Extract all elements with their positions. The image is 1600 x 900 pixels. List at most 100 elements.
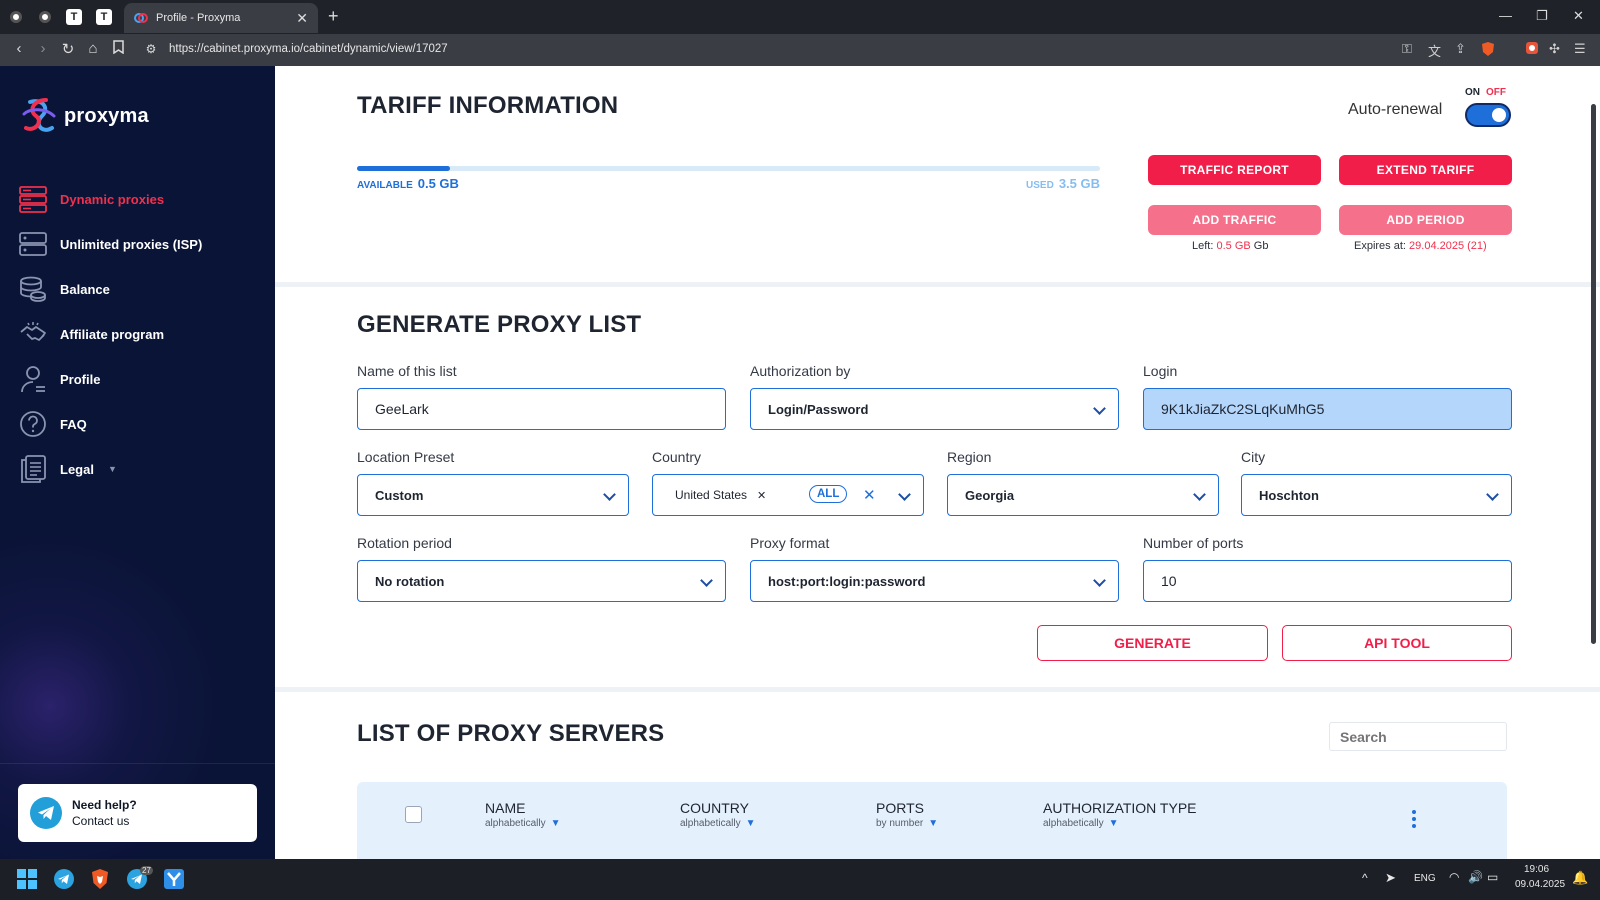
site-info-icon[interactable]: ⚙ xyxy=(142,42,160,56)
auth-select[interactable]: Login/Password xyxy=(750,388,1119,430)
list-name-input[interactable]: GeeLark xyxy=(357,388,726,430)
login-input[interactable]: 9K1kJiaZkC2SLqKuMhG5 xyxy=(1143,388,1512,430)
tray-telegram-icon[interactable]: ➤ xyxy=(1385,870,1396,886)
url-field[interactable]: https://cabinet.proxyma.io/cabinet/dynam… xyxy=(169,43,448,55)
sidebar-item-legal[interactable]: Legal ▼ xyxy=(18,453,258,485)
bookmark-icon[interactable] xyxy=(109,40,127,58)
language-indicator[interactable]: ENG xyxy=(1414,873,1436,884)
help-card[interactable]: Need help? Contact us xyxy=(18,784,257,842)
toggle-off-label: OFF xyxy=(1486,87,1506,98)
brave-browser-icon[interactable] xyxy=(89,868,111,890)
sidebar-item-label: Dynamic proxies xyxy=(60,191,165,207)
city-select[interactable]: Hoschton xyxy=(1241,474,1512,516)
tab-close-icon[interactable]: ✕ xyxy=(296,10,308,27)
expires-value: 29.04.2025 (21) xyxy=(1409,240,1487,252)
tray-chevron-icon[interactable]: ^ xyxy=(1362,871,1368,885)
ports-input[interactable]: 10 xyxy=(1143,560,1512,602)
column-auth-type[interactable]: AUTHORIZATION TYPE alphabetically ▼ xyxy=(1043,800,1197,829)
generate-title: GENERATE PROXY LIST xyxy=(357,311,642,338)
sidebar-item-faq[interactable]: FAQ xyxy=(18,408,258,440)
sidebar-item-balance[interactable]: Balance xyxy=(18,273,258,305)
battery-icon[interactable]: ▭ xyxy=(1487,870,1498,884)
add-period-button[interactable]: ADD PERIOD xyxy=(1339,205,1512,235)
sidebar-item-dynamic-proxies[interactable]: Dynamic proxies xyxy=(18,183,258,215)
column-title: NAME xyxy=(485,800,526,816)
column-country[interactable]: COUNTRY alphabetically ▼ xyxy=(680,800,756,829)
proxy-format-select[interactable]: host:port:login:password xyxy=(750,560,1119,602)
os-taskbar: 27 ^ ➤ ENG ◠ 🔊 ▭ 19:06 09.04.2025 🔔 xyxy=(0,859,1600,900)
add-traffic-button[interactable]: ADD TRAFFIC xyxy=(1148,205,1321,235)
location-preset-select[interactable]: Custom xyxy=(357,474,629,516)
active-tab[interactable]: Profile - Proxyma ✕ xyxy=(124,3,318,33)
traffic-report-button[interactable]: TRAFFIC REPORT xyxy=(1148,155,1321,185)
sidebar-item-profile[interactable]: Profile xyxy=(18,363,258,395)
search-input[interactable] xyxy=(1329,722,1507,751)
rotation-select[interactable]: No rotation xyxy=(357,560,726,602)
clock-time: 19:06 xyxy=(1524,864,1550,875)
country-select[interactable]: United States ✕ ALL ✕ xyxy=(652,474,924,516)
telegram-app-icon[interactable] xyxy=(53,868,75,890)
key-icon[interactable]: ⚿ xyxy=(1402,41,1412,57)
pinned-tab[interactable] xyxy=(5,6,27,28)
brave-shield-icon[interactable] xyxy=(1481,41,1495,60)
column-ports[interactable]: PORTS by number ▼ xyxy=(876,800,938,829)
reload-icon[interactable]: ↻ xyxy=(59,40,77,58)
screen: T T Profile - Proxyma ✕ + — ❐ ✕ ‹ › ↻ ⌂ … xyxy=(0,0,1600,900)
available-value: 0.5 GB xyxy=(417,176,459,191)
minimize-icon[interactable]: — xyxy=(1499,8,1512,23)
logo[interactable]: proxyma xyxy=(20,96,149,136)
select-all-checkbox[interactable] xyxy=(405,806,422,823)
coins-icon xyxy=(18,274,48,304)
pinned-tab[interactable]: T xyxy=(93,6,115,28)
generate-button[interactable]: GENERATE xyxy=(1037,625,1268,661)
clear-icon[interactable]: ✕ xyxy=(863,486,876,504)
share-icon[interactable]: ⇪ xyxy=(1455,41,1466,57)
more-options-icon[interactable] xyxy=(1412,810,1416,828)
all-badge[interactable]: ALL xyxy=(809,485,848,503)
tariff-title: TARIFF INFORMATION xyxy=(357,92,619,119)
help-text: Need help? Contact us xyxy=(72,798,137,828)
puzzle-icon[interactable]: ✣ xyxy=(1549,41,1560,57)
page-scrollbar[interactable] xyxy=(1591,104,1596,644)
translate-icon[interactable]: 文 xyxy=(1428,41,1441,60)
restore-icon[interactable]: ❐ xyxy=(1536,8,1548,24)
windows-start-icon[interactable] xyxy=(16,868,38,890)
sidebar-item-unlimited-proxies[interactable]: Unlimited proxies (ISP) xyxy=(18,228,258,260)
new-tab-icon[interactable]: + xyxy=(328,6,339,27)
taskbar-badge: 27 xyxy=(140,866,153,875)
api-tool-button[interactable]: API TOOL xyxy=(1282,625,1512,661)
chevron-down-icon xyxy=(700,574,713,587)
pinned-tab[interactable] xyxy=(34,6,56,28)
forward-icon[interactable]: › xyxy=(34,40,52,57)
close-window-icon[interactable]: ✕ xyxy=(1573,8,1584,24)
pinned-tab[interactable]: T xyxy=(63,6,85,28)
home-icon[interactable]: ⌂ xyxy=(84,40,102,57)
country-chip[interactable]: United States ✕ xyxy=(675,488,766,502)
wifi-icon[interactable]: ◠ xyxy=(1449,870,1459,884)
proxyma-favicon-icon xyxy=(134,11,148,25)
tab-title: Profile - Proxyma xyxy=(156,12,241,24)
country-chip-label: United States xyxy=(675,488,748,502)
left-value: 0.5 GB xyxy=(1216,240,1251,252)
remove-chip-icon[interactable]: ✕ xyxy=(757,489,766,502)
extend-tariff-button[interactable]: EXTEND TARIFF xyxy=(1339,155,1512,185)
volume-icon[interactable]: 🔊 xyxy=(1468,870,1483,884)
region-select[interactable]: Georgia xyxy=(947,474,1219,516)
app-y-icon[interactable] xyxy=(163,868,185,890)
back-icon[interactable]: ‹ xyxy=(10,40,28,57)
sort-label: by number xyxy=(876,818,924,829)
column-sort: by number ▼ xyxy=(876,818,938,829)
chevron-down-icon xyxy=(1093,574,1106,587)
menu-icon[interactable]: ☰ xyxy=(1574,41,1586,57)
sidebar-item-affiliate[interactable]: Affiliate program xyxy=(18,318,258,350)
t-icon: T xyxy=(96,9,112,25)
sidebar-item-label: Affiliate program xyxy=(60,326,165,342)
left-prefix: Left: xyxy=(1192,240,1214,252)
available-traffic: AVAILABLE 0.5 GB xyxy=(357,176,459,191)
column-name[interactable]: NAME alphabetically ▼ xyxy=(485,800,561,829)
used-value: 3.5 GB xyxy=(1058,176,1100,191)
sidebar-item-label: Profile xyxy=(60,371,101,387)
auto-renewal-toggle[interactable] xyxy=(1465,103,1511,127)
extension-icon[interactable] xyxy=(1525,41,1539,58)
notification-bell-icon[interactable]: 🔔 xyxy=(1572,870,1588,886)
